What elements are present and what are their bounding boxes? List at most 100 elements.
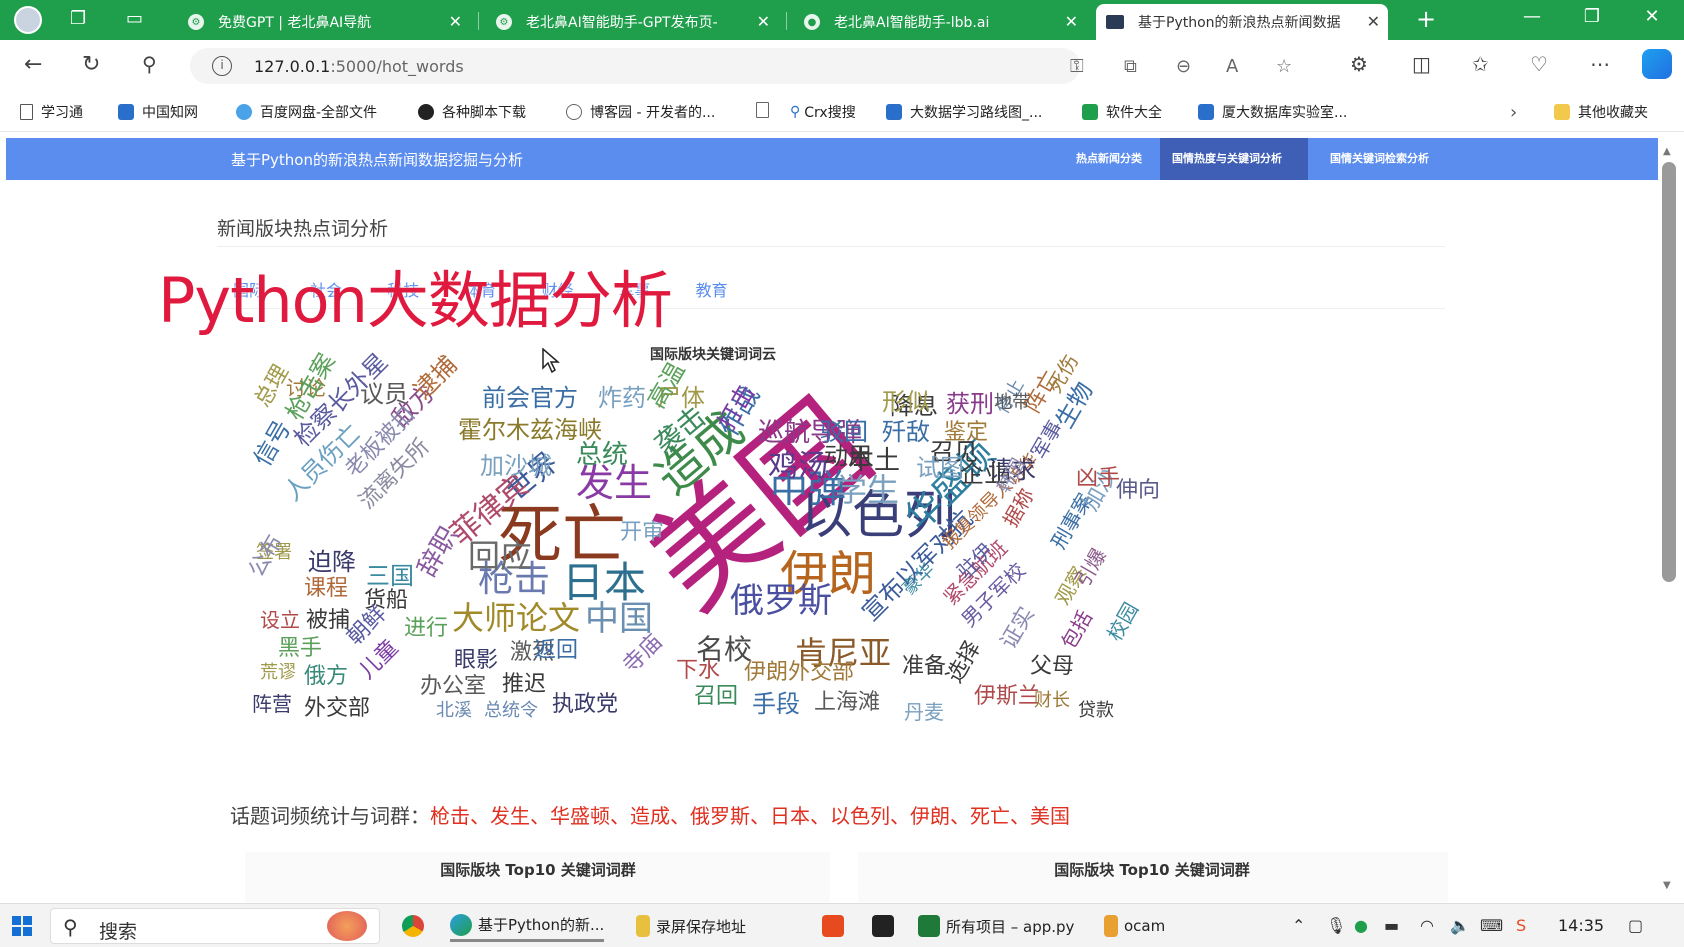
tab-label: 基于Python的新浪热点新闻数据 bbox=[1138, 15, 1341, 31]
favorites-icon[interactable]: ✩ bbox=[1472, 52, 1489, 76]
nav-hot-words-analysis[interactable]: 国情热度与关键词分析 bbox=[1160, 138, 1308, 180]
browser-tab-1[interactable]: ⚙ 免费GPT | 老北鼻AI导航 ✕ bbox=[178, 4, 470, 40]
battery-icon[interactable]: ▬ bbox=[1384, 916, 1399, 935]
wordcloud-title: 国际版块关键词词云 bbox=[650, 347, 776, 363]
wordcloud-word: 动用 bbox=[824, 442, 872, 470]
tab-favicon-icon: ⚙ bbox=[188, 14, 204, 30]
taskbar-item-label: 所有项目 – app.py bbox=[946, 917, 1075, 936]
taskbar-item-label: 基于Python的新... bbox=[478, 916, 605, 934]
restore-icon[interactable]: ❐ bbox=[1572, 6, 1612, 27]
wordcloud-word: 获刑 bbox=[946, 390, 994, 418]
wordcloud-word: 歼敌 bbox=[882, 418, 930, 446]
bookmark-label: 中国知网 bbox=[142, 105, 198, 121]
section-title: 新闻版块热点词分析 bbox=[217, 218, 389, 240]
wordcloud-word: 课程 bbox=[304, 576, 349, 601]
panel-title-right: 国际版块 Top10 关键词词群 bbox=[1054, 861, 1250, 879]
taskbar-app-c[interactable] bbox=[822, 910, 850, 942]
taskbar-chrome[interactable] bbox=[402, 910, 430, 942]
browser-tab-strip: ❐ ▭ ⚙ 免费GPT | 老北鼻AI导航 ✕ ⚙ 老北鼻AI智能助手-GPT发… bbox=[0, 0, 1684, 40]
tab-close-icon[interactable]: ✕ bbox=[449, 12, 462, 31]
window-close-icon[interactable]: ✕ bbox=[1632, 6, 1672, 27]
back-icon[interactable]: ← bbox=[24, 52, 42, 77]
browser-tab-2[interactable]: ⚙ 老北鼻AI智能助手-GPT发布页- ✕ bbox=[486, 4, 778, 40]
bookmark-item[interactable]: ⚲ Crx搜搜 bbox=[790, 102, 856, 122]
open-in-app-icon[interactable]: ⧉ bbox=[1124, 56, 1137, 77]
favorite-star-icon[interactable]: ☆ bbox=[1276, 56, 1292, 77]
scroll-down-icon[interactable]: ▼ bbox=[1663, 880, 1671, 891]
taskbar-app-terminal[interactable] bbox=[872, 910, 900, 942]
wordcloud-word: 荒谬 bbox=[260, 662, 296, 683]
tray-app-icon[interactable]: S bbox=[1516, 916, 1526, 935]
other-bookmarks-folder[interactable]: 其他收藏夹 bbox=[1554, 102, 1648, 122]
bookmark-icon bbox=[1198, 104, 1214, 120]
bookmark-item[interactable]: 软件大全 bbox=[1082, 102, 1162, 122]
nav-keyword-search-analysis[interactable]: 国情关键词检索分析 bbox=[1318, 138, 1441, 180]
password-key-icon[interactable]: ⚿ bbox=[1070, 56, 1084, 77]
taskbar-pycharm[interactable]: 所有项目 – app.py bbox=[918, 910, 1074, 942]
bookmark-item[interactable]: 各种脚本下载 bbox=[418, 102, 526, 122]
windows-taskbar: ⚲ 搜索 基于Python的新... 录屏保存地址 所有项目 – app.py … bbox=[0, 903, 1684, 947]
more-menu-icon[interactable]: ⋯ bbox=[1590, 52, 1610, 76]
wordcloud-word: 大师论文 bbox=[452, 599, 581, 637]
extensions-icon[interactable]: ⚙ bbox=[1350, 52, 1368, 76]
bookmark-item[interactable]: 厦大数据库实验室... bbox=[1198, 102, 1347, 122]
tray-overflow-chevron-icon[interactable]: ⌃ bbox=[1292, 916, 1305, 935]
browser-tab-active[interactable]: 基于Python的新浪热点新闻数据 ✕ bbox=[1096, 4, 1388, 40]
folder-icon bbox=[1554, 104, 1570, 120]
category-tab[interactable]: 教育 bbox=[696, 281, 728, 300]
tab-label: 老北鼻AI智能助手-lbb.ai bbox=[834, 15, 990, 31]
zoom-out-icon[interactable]: ⊖ bbox=[1176, 56, 1191, 77]
url-text[interactable]: 127.0.0.1:5000/hot_words bbox=[254, 57, 464, 76]
vertical-tabs-icon[interactable]: ▭ bbox=[126, 8, 143, 29]
taskbar-clock[interactable]: 14:35 bbox=[1558, 916, 1604, 935]
scroll-up-icon[interactable]: ▲ bbox=[1663, 146, 1671, 157]
browser-essentials-icon[interactable]: ♡ bbox=[1530, 52, 1548, 76]
workspaces-icon[interactable]: ❐ bbox=[70, 8, 86, 29]
search-icon[interactable]: ⚲ bbox=[142, 52, 157, 76]
input-method-icon[interactable]: ⌨ bbox=[1480, 916, 1503, 935]
cloud-icon bbox=[236, 104, 252, 120]
tab-close-icon[interactable]: ✕ bbox=[757, 12, 770, 31]
windows-start-icon[interactable] bbox=[12, 916, 32, 936]
site-info-icon[interactable]: i bbox=[212, 56, 232, 76]
wordcloud-word: 下水 bbox=[676, 658, 721, 683]
wordcloud-word: 贷款 bbox=[1078, 700, 1114, 721]
copilot-icon[interactable] bbox=[1642, 49, 1672, 79]
wordcloud-word: 日本 bbox=[562, 558, 647, 607]
wordcloud-word: 父母 bbox=[1030, 654, 1075, 679]
new-tab-icon[interactable]: + bbox=[1416, 5, 1436, 33]
address-bar[interactable]: i 127.0.0.1:5000/hot_words ⚿ ⧉ ⊖ A ☆ bbox=[190, 48, 1292, 84]
wordcloud-word: 形似 bbox=[882, 388, 930, 416]
wifi-icon[interactable]: ◠ bbox=[1420, 916, 1434, 935]
tab-close-icon[interactable]: ✕ bbox=[1367, 12, 1380, 31]
taskbar-edge[interactable]: 基于Python的新... bbox=[450, 910, 605, 942]
wordcloud-word: 迫降 bbox=[308, 548, 356, 576]
microphone-icon[interactable]: 🎙 bbox=[1326, 916, 1346, 935]
profile-avatar[interactable] bbox=[14, 6, 42, 34]
taskbar-ocam[interactable]: ocam bbox=[1104, 910, 1165, 942]
minimize-icon[interactable]: — bbox=[1512, 6, 1552, 27]
taskbar-search-box[interactable]: ⚲ 搜索 bbox=[50, 908, 380, 944]
taskbar-folder[interactable]: 录屏保存地址 bbox=[636, 910, 746, 942]
notification-icon[interactable]: ▢ bbox=[1628, 916, 1643, 935]
tab-close-icon[interactable]: ✕ bbox=[1065, 12, 1078, 31]
bookmark-item[interactable]: 学习通 bbox=[20, 102, 83, 122]
read-aloud-icon[interactable]: A bbox=[1226, 56, 1238, 77]
tray-app-icon[interactable]: ● bbox=[1354, 916, 1368, 935]
chevron-right-icon[interactable]: › bbox=[1510, 102, 1517, 123]
browser-tab-3[interactable]: ● 老北鼻AI智能助手-lbb.ai ✕ bbox=[794, 4, 1086, 40]
bookmark-item[interactable]: 博客园 - 开发者的... bbox=[566, 102, 715, 122]
bookmark-item[interactable] bbox=[756, 102, 777, 118]
wordcloud-word: 霍尔木兹海峡 bbox=[458, 416, 602, 444]
split-screen-icon[interactable]: ◫ bbox=[1412, 52, 1431, 76]
bookmark-item[interactable]: 百度网盘-全部文件 bbox=[236, 102, 377, 122]
nav-hot-news-category[interactable]: 热点新闻分类 bbox=[1064, 138, 1154, 180]
scrollbar-thumb[interactable] bbox=[1662, 162, 1676, 582]
app-brand[interactable]: 基于Python的新浪热点新闻数据挖掘与分析 bbox=[231, 149, 523, 170]
volume-icon[interactable]: 🔈 bbox=[1450, 916, 1470, 935]
wordcloud-word: 炸药 bbox=[598, 384, 646, 412]
bookmark-item[interactable]: 中国知网 bbox=[118, 102, 198, 122]
bookmark-item[interactable]: 大数据学习路线图_... bbox=[886, 102, 1042, 122]
topic-summary: 话题词频统计与词群：枪击、发生、华盛顿、造成、俄罗斯、日本、以色列、伊朗、死亡、… bbox=[230, 800, 1070, 829]
reload-icon[interactable]: ↻ bbox=[82, 52, 100, 77]
